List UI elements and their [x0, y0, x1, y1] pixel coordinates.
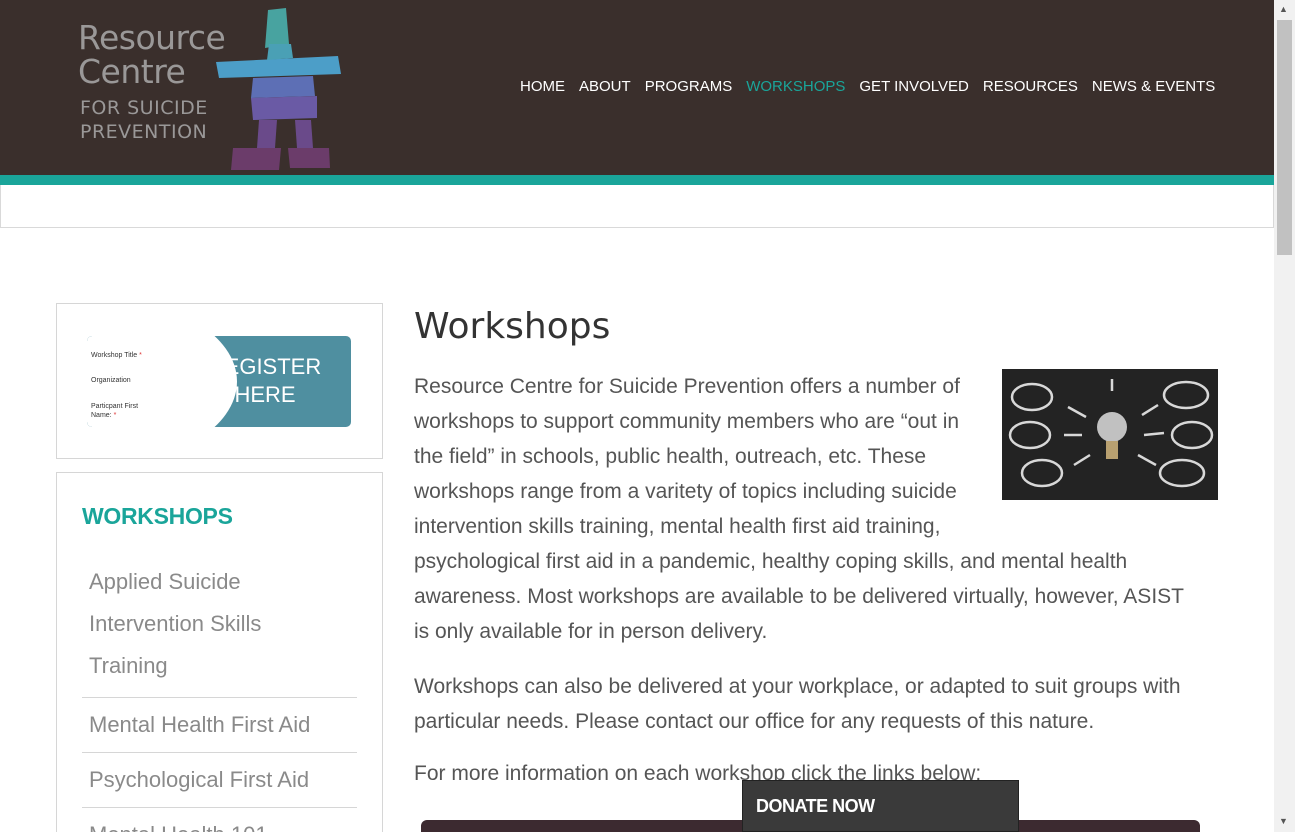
register-label-line2: HERE: [234, 382, 296, 407]
form-field-participant-first: Particpant First: [91, 403, 139, 410]
nav-resources[interactable]: RESOURCES: [983, 78, 1078, 95]
nav-programs[interactable]: PROGRAMS: [645, 78, 733, 95]
lightbulb-image-icon: [1002, 369, 1218, 500]
sidebar-list: Applied Suicide Intervention Skills Trai…: [82, 557, 357, 832]
site-header: Resource Centre FOR SUICIDE PREVENTION H…: [0, 0, 1274, 175]
main-nav: HOME ABOUT PROGRAMS WORKSHOPS GET INVOLV…: [520, 78, 1229, 95]
workplace-paragraph: Workshops can also be delivered at your …: [414, 675, 1181, 733]
register-here-button[interactable]: Workshop Title * Organization Particpant…: [87, 336, 351, 427]
nav-home[interactable]: HOME: [520, 78, 565, 95]
register-widget: Workshop Title * Organization Particpant…: [56, 303, 383, 459]
nav-get-involved[interactable]: GET INVOLVED: [859, 78, 968, 95]
logo-line-for-suicide: FOR SUICIDE: [80, 97, 208, 119]
inukshuk-logo-icon: [216, 8, 341, 170]
nav-about[interactable]: ABOUT: [579, 78, 631, 95]
nav-news-events[interactable]: NEWS & EVENTS: [1092, 78, 1215, 95]
header-accent-bar: [0, 175, 1274, 185]
sidebar-item-pfa[interactable]: Psychological First Aid: [82, 753, 357, 808]
scrollbar-thumb[interactable]: [1277, 20, 1292, 255]
form-field-workshop-title: Workshop Title *: [91, 352, 142, 359]
nav-workshops[interactable]: WORKSHOPS: [746, 78, 845, 95]
logo-line-prevention: PREVENTION: [80, 121, 208, 143]
sidebar-heading: WORKSHOPS: [82, 503, 233, 529]
sidebar-item-mhfa[interactable]: Mental Health First Aid: [82, 698, 357, 753]
scroll-up-arrow-icon[interactable]: ▲: [1279, 4, 1288, 14]
logo-line-resource: Resource: [78, 18, 226, 57]
page-title: Workshops: [414, 306, 611, 347]
sidebar-item-mh101[interactable]: Mental Health 101: [82, 808, 357, 832]
donate-now-button[interactable]: DONATE NOW: [742, 780, 1019, 832]
register-label: REGISTER HERE: [205, 353, 325, 409]
main-content: Workshops Resource Centre for Suicide Pr…: [414, 303, 1218, 785]
header-sub-strip: [0, 185, 1274, 228]
site-logo[interactable]: Resource Centre FOR SUICIDE PREVENTION: [78, 8, 348, 173]
lightbulb-image: [1002, 369, 1218, 500]
logo-line-centre: Centre: [78, 52, 186, 91]
register-label-line1: REGISTER: [208, 354, 322, 379]
scroll-down-arrow-icon[interactable]: ▼: [1279, 816, 1288, 826]
workshops-sidebar: WORKSHOPS Applied Suicide Intervention S…: [56, 472, 383, 832]
page-scrollbar[interactable]: ▲ ▼: [1274, 0, 1295, 832]
form-field-name: Name: *: [91, 412, 117, 419]
sidebar-item-asist[interactable]: Applied Suicide Intervention Skills Trai…: [82, 557, 357, 698]
form-field-organization: Organization: [91, 377, 131, 384]
